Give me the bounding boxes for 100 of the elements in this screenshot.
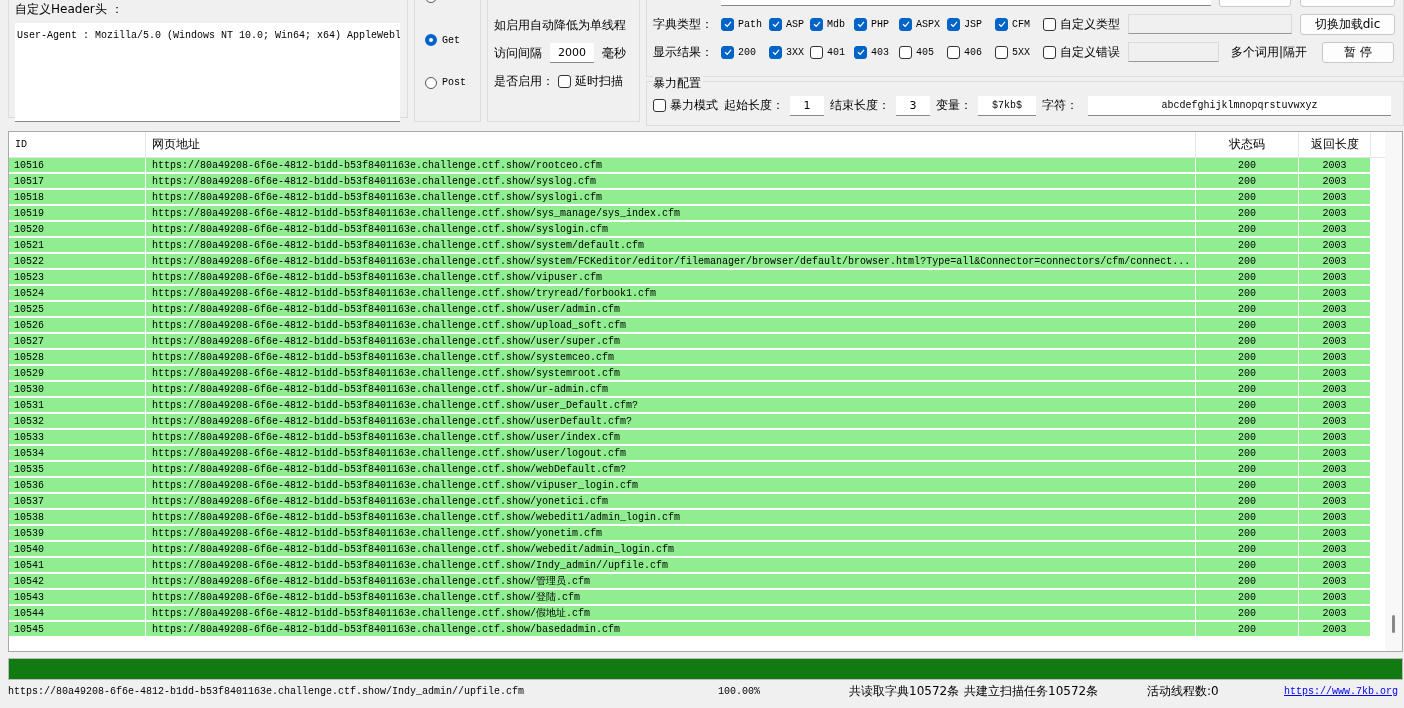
table-cell: https://80a49208-6f6e-4812-b1dd-b53f8401163e.challenge.ctf.show/user/logout.cfm (146, 446, 1196, 461)
table-cell: 2003 (1299, 446, 1371, 461)
checkbox-label: 403 (871, 46, 889, 58)
table-cell: 200 (1196, 590, 1299, 605)
table-cell: 200 (1196, 174, 1299, 189)
checkbox[interactable] (899, 17, 912, 31)
table-cell: 10517 (9, 174, 146, 189)
table-cell: https://80a49208-6f6e-4812-b1dd-b53f8401163e.challenge.ctf.show/system/FCKeditor/editor/filemanager/browser/default/browser.html?Type=all&Connector=connectors/cfm/connect... (146, 254, 1196, 269)
column-header[interactable]: 返回长度 (1299, 132, 1371, 157)
status-text: 共建立扫描任务10572条 (964, 682, 1100, 700)
checkbox[interactable] (721, 45, 734, 59)
table-cell: 2003 (1299, 414, 1371, 429)
checkbox[interactable] (769, 17, 782, 31)
custom-error-field[interactable] (1128, 42, 1219, 62)
table-cell: 10521 (9, 238, 146, 253)
checkbox[interactable] (995, 45, 1008, 59)
table-cell: 2003 (1299, 606, 1371, 621)
radio-label: Get (442, 34, 460, 46)
scrollbar[interactable] (1385, 132, 1402, 651)
table-cell: https://80a49208-6f6e-4812-b1dd-b53f8401163e.challenge.ctf.show/basedadmin.cfm (146, 622, 1196, 637)
table-cell: 200 (1196, 302, 1299, 317)
table-cell: https://80a49208-6f6e-4812-b1dd-b53f8401163e.challenge.ctf.show/Indy_admin//upfile.cfm (146, 558, 1196, 573)
table-cell: 10542 (9, 574, 146, 589)
checkbox[interactable] (769, 45, 782, 59)
checkbox-label: 405 (916, 46, 934, 58)
table-cell: 2003 (1299, 350, 1371, 365)
pause-button[interactable]: 暂 停 (1322, 41, 1394, 63)
column-header[interactable]: 状态码 (1196, 132, 1299, 157)
table-cell: 2003 (1299, 318, 1371, 333)
table-cell: 200 (1196, 254, 1299, 269)
table-cell: 2003 (1299, 398, 1371, 413)
unit-label: 毫秒 (602, 44, 626, 62)
table-cell: https://80a49208-6f6e-4812-b1dd-b53f8401163e.challenge.ctf.show/syslogin.cfm (146, 222, 1196, 237)
column-header[interactable]: ID (9, 132, 146, 157)
table-cell: 10530 (9, 382, 146, 397)
interval-field[interactable]: 2000 (550, 43, 594, 63)
table-cell: https://80a49208-6f6e-4812-b1dd-b53f8401163e.challenge.ctf.show/tryread/forbook1.cfm (146, 286, 1196, 301)
checkbox-label: 5XX (1012, 46, 1030, 58)
checkbox[interactable] (947, 17, 960, 31)
checkbox[interactable] (854, 45, 867, 59)
radio-button[interactable] (425, 34, 437, 46)
table-cell: 200 (1196, 430, 1299, 445)
table-cell: 200 (1196, 286, 1299, 301)
table-cell: 2003 (1299, 542, 1371, 557)
checkbox-label: 200 (738, 46, 756, 58)
table-cell: https://80a49208-6f6e-4812-b1dd-b53f8401163e.challenge.ctf.show/user_Default.cfm? (146, 398, 1196, 413)
table-cell: 10527 (9, 334, 146, 349)
charset-field[interactable]: abcdefghijklmnopqrstuvwxyz (1088, 95, 1391, 116)
checkbox[interactable] (899, 45, 912, 59)
table-cell: 2003 (1299, 222, 1371, 237)
checkbox[interactable] (854, 17, 867, 31)
variable-label: 变量： (936, 97, 972, 115)
load-dict-button[interactable]: 切换加载dic (1300, 13, 1395, 35)
checkbox[interactable] (1043, 45, 1056, 59)
table-cell: 2003 (1299, 478, 1371, 493)
table-cell: 10528 (9, 350, 146, 365)
table-cell: 2003 (1299, 206, 1371, 221)
table-cell: 2003 (1299, 302, 1371, 317)
table-cell: 10522 (9, 254, 146, 269)
end-length-field[interactable]: 3 (896, 95, 930, 116)
table-cell: 2003 (1299, 190, 1371, 205)
custom-type-field[interactable] (1128, 14, 1292, 34)
checkbox[interactable] (1043, 17, 1056, 31)
table-cell: 200 (1196, 542, 1299, 557)
table-cell: https://80a49208-6f6e-4812-b1dd-b53f8401163e.challenge.ctf.show/systemceo.cfm (146, 350, 1196, 365)
scroll-thumb[interactable] (1392, 615, 1395, 633)
table-cell: 2003 (1299, 238, 1371, 253)
checkbox[interactable] (558, 74, 571, 88)
radio-button[interactable] (425, 76, 437, 89)
checkbox-label: 401 (827, 46, 845, 58)
table-cell: 10518 (9, 190, 146, 205)
table-cell: https://80a49208-6f6e-4812-b1dd-b53f8401163e.challenge.ctf.show/userDefault.cfm? (146, 414, 1196, 429)
table-cell: 2003 (1299, 174, 1371, 189)
website-link[interactable]: https://www.7kb.org (1284, 685, 1399, 697)
table-cell: 200 (1196, 558, 1299, 573)
checkbox[interactable] (947, 45, 960, 59)
checkbox[interactable] (721, 17, 734, 31)
header-field[interactable]: User-Agent : Mozilla/5.0 (Windows NT 10.0; Win64; x64) AppleWebl (15, 23, 400, 122)
table-cell: 200 (1196, 462, 1299, 477)
table-cell: 2003 (1299, 494, 1371, 509)
table-cell: https://80a49208-6f6e-4812-b1dd-b53f8401163e.challenge.ctf.show/webedit/admin_login.cfm (146, 542, 1196, 557)
table-cell: 200 (1196, 382, 1299, 397)
checkbox[interactable] (995, 17, 1008, 31)
table-cell: https://80a49208-6f6e-4812-b1dd-b53f8401163e.challenge.ctf.show/vipuser_login.cfm (146, 478, 1196, 493)
checkbox-label: ASP (786, 18, 804, 30)
column-header[interactable]: 网页地址 (146, 132, 1196, 157)
checkbox[interactable] (810, 45, 823, 59)
table-cell: https://80a49208-6f6e-4812-b1dd-b53f8401163e.challenge.ctf.show/yonetici.cfm (146, 494, 1196, 509)
start-length-field[interactable]: 1 (790, 95, 824, 116)
table-cell: 200 (1196, 414, 1299, 429)
checkbox[interactable] (810, 17, 823, 31)
dict-label: 字典类型： (653, 15, 714, 33)
table-cell: 2003 (1299, 158, 1371, 173)
variable-field[interactable]: $7kb$ (978, 95, 1036, 116)
checkbox[interactable] (653, 99, 666, 113)
table-cell: 10537 (9, 494, 146, 509)
table-cell: 200 (1196, 446, 1299, 461)
status-text: 活动线程数:0 (1147, 682, 1220, 700)
checkbox-label: 3XX (786, 46, 804, 58)
table-cell: https://80a49208-6f6e-4812-b1dd-b53f8401163e.challenge.ctf.show/vipuser.cfm (146, 270, 1196, 285)
